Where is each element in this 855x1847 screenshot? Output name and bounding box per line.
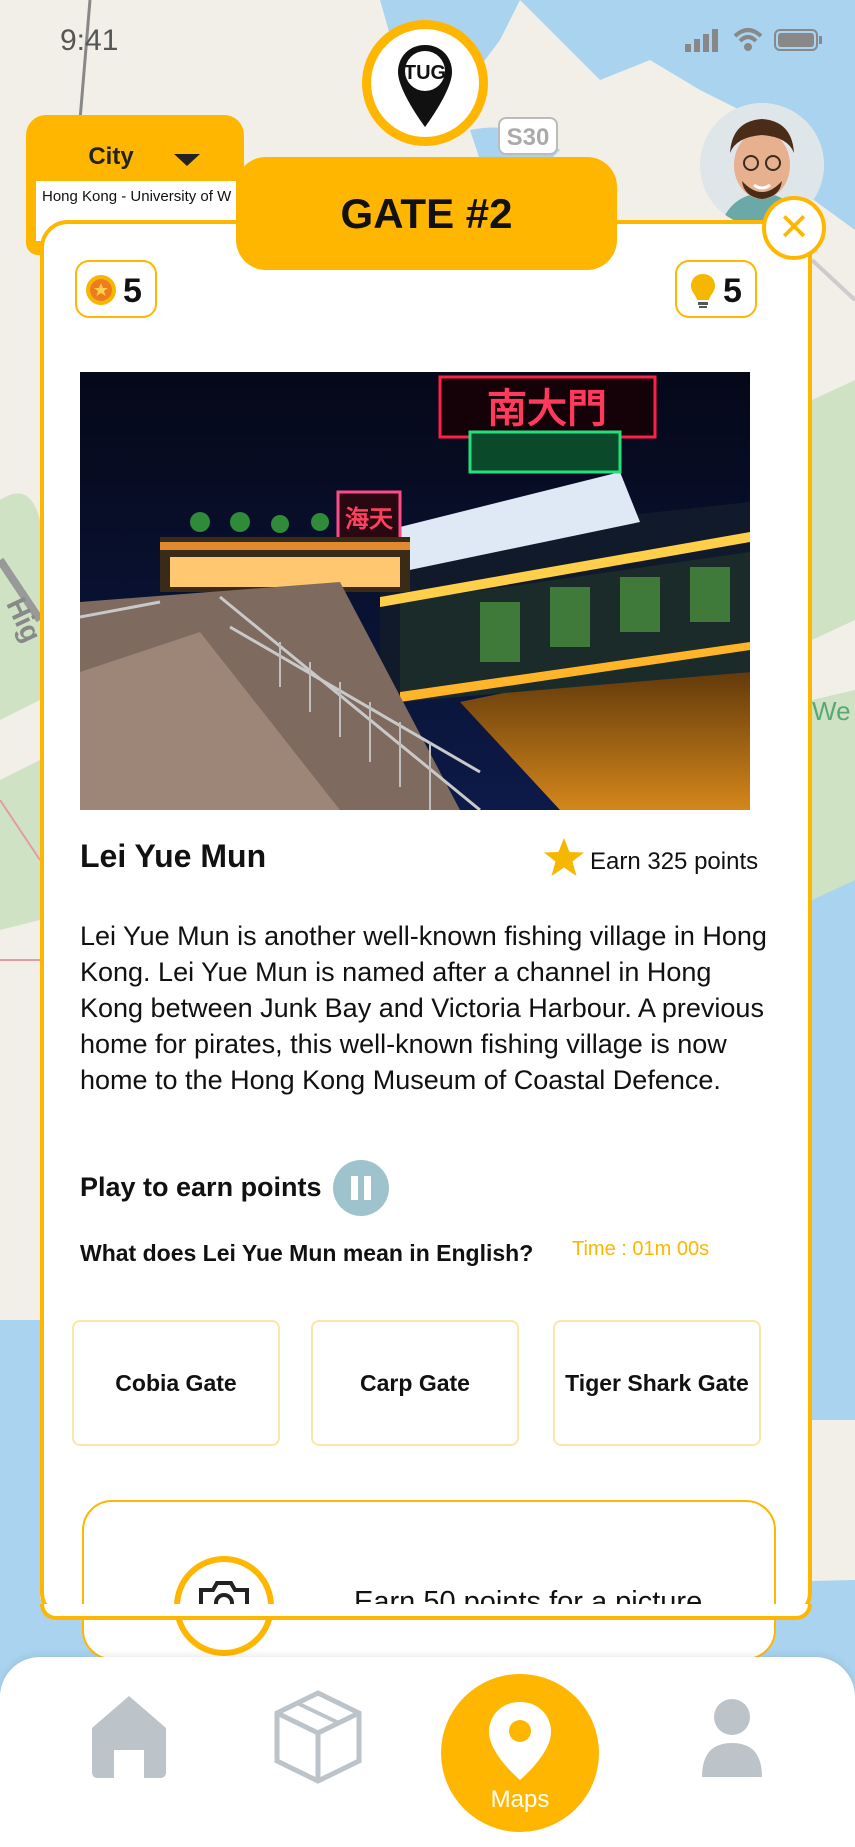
- location-pin-logo-icon: TUG: [398, 45, 452, 127]
- lightbulb-icon: [691, 274, 715, 308]
- close-icon: ✕: [778, 207, 810, 249]
- city-label: City: [88, 143, 134, 170]
- svg-text:海天: 海天: [345, 505, 393, 533]
- chevron-down-icon: [174, 154, 200, 166]
- gate-title: GATE #2: [236, 157, 617, 270]
- answer-option[interactable]: Carp Gate: [311, 1320, 519, 1446]
- map-label-area: We Par: [812, 696, 855, 726]
- hints-count: 5: [723, 272, 742, 310]
- quiz-timer: Time : 01m 00s: [572, 1238, 710, 1260]
- coin-icon: [86, 275, 116, 305]
- place-name: Lei Yue Mun: [80, 838, 267, 874]
- card-bottom-edge: [40, 1604, 812, 1620]
- tab-bar: [0, 1657, 855, 1847]
- answer-option[interactable]: Tiger Shark Gate: [553, 1320, 761, 1446]
- cube-icon[interactable]: [273, 1689, 363, 1785]
- coins-counter: 5: [75, 260, 157, 318]
- map-pin-icon: [489, 1702, 551, 1780]
- photo-task-card[interactable]: Earn 50 points for a picture: [82, 1500, 776, 1660]
- location-photo: 南大門 海天: [80, 372, 750, 810]
- close-button[interactable]: ✕: [762, 196, 826, 260]
- logo-text: TUG: [404, 62, 446, 84]
- star-icon: [544, 838, 584, 876]
- battery-icon: [774, 29, 822, 51]
- tug-logo[interactable]: TUG: [362, 20, 488, 146]
- status-icons: [685, 26, 825, 59]
- earn-points-label: Earn 325 points: [590, 848, 759, 875]
- user-icon[interactable]: [700, 1697, 764, 1779]
- earn-points-badge: Earn 325 points: [542, 836, 758, 885]
- signal-icon: [685, 29, 718, 52]
- status-time: 9:41: [60, 24, 119, 57]
- quiz-question: What does Lei Yue Mun mean in English?: [80, 1240, 534, 1266]
- play-label: Play to earn points: [80, 1172, 322, 1202]
- tab-maps-label: Maps: [490, 1786, 550, 1813]
- tab-maps[interactable]: Maps: [441, 1674, 599, 1832]
- coins-count: 5: [123, 272, 142, 310]
- svg-text:南大門: 南大門: [487, 386, 607, 432]
- home-icon[interactable]: [88, 1692, 170, 1780]
- pause-button[interactable]: [333, 1160, 389, 1216]
- wifi-icon: [733, 28, 763, 51]
- road-badge: S30: [498, 117, 558, 155]
- place-description: Lei Yue Mun is another well-known fishin…: [80, 921, 767, 1095]
- answer-option[interactable]: Cobia Gate: [72, 1320, 280, 1446]
- hints-counter: 5: [675, 260, 757, 318]
